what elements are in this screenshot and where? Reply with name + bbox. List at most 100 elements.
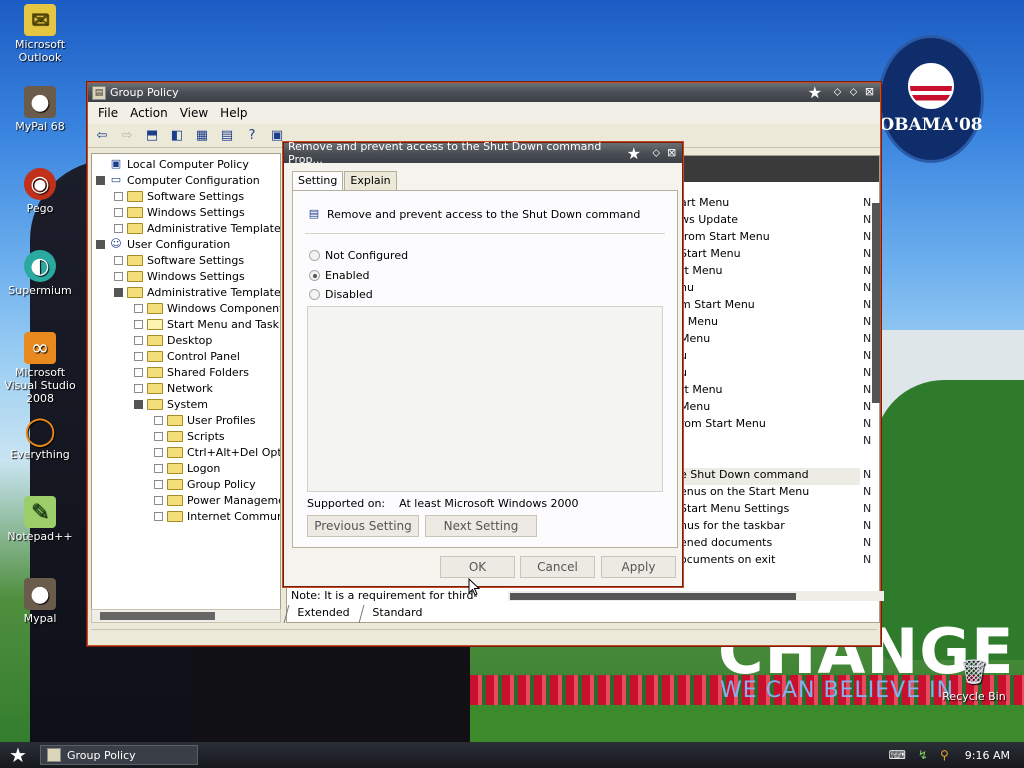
radio-disabled[interactable]: Disabled — [309, 288, 373, 301]
window-titlebar[interactable]: ▤ Group Policy ★ ⬦ ⬦ ⊠ — [88, 83, 880, 102]
network-icon[interactable]: ↯ — [918, 748, 928, 762]
tree-horizontal-scrollbar[interactable] — [91, 609, 281, 623]
expand-toggle-icon[interactable] — [114, 191, 123, 201]
expand-toggle-icon[interactable] — [154, 511, 163, 521]
tab-setting[interactable]: Setting — [292, 171, 344, 192]
back-icon[interactable]: ⇦ — [92, 127, 112, 145]
cancel-button[interactable]: Cancel — [520, 556, 595, 578]
setting-row[interactable]: ocuments on exit — [680, 553, 775, 570]
expand-toggle-icon[interactable] — [154, 463, 163, 473]
radio-button[interactable] — [309, 289, 320, 300]
setting-row[interactable]: from Start Menu — [680, 230, 770, 247]
show-hide-tree-icon[interactable]: ◧ — [167, 127, 187, 145]
menu-file[interactable]: File — [92, 104, 124, 122]
desktop-icon-visual-studio[interactable]: ∞ Microsoft Visual Studio 2008 — [0, 332, 80, 405]
tree-item[interactable]: Group Policy — [154, 476, 256, 492]
settings-vertical-scrollbar[interactable] — [872, 203, 880, 593]
dialog-titlebar[interactable]: Remove and prevent access to the Shut Do… — [284, 140, 682, 166]
tree-item[interactable]: Control Panel — [134, 348, 240, 364]
expand-toggle-icon[interactable] — [154, 479, 163, 489]
apply-button[interactable]: Apply — [601, 556, 676, 578]
desktop-icon-mypal68[interactable]: ● MyPal 68 — [0, 86, 80, 133]
menu-view[interactable]: View — [174, 104, 214, 122]
menu-action[interactable]: Action — [124, 104, 174, 122]
setting-row[interactable]: t Menu — [680, 315, 718, 332]
tree-item[interactable]: Shared Folders — [134, 364, 249, 380]
tree-item[interactable]: System — [134, 396, 208, 412]
desktop-icon-supermium[interactable]: ◐ Supermium — [0, 250, 80, 297]
setting-row[interactable]: enus on the Start Menu — [680, 485, 809, 502]
expand-toggle-icon[interactable] — [134, 303, 143, 313]
tree-item[interactable]: Desktop — [134, 332, 212, 348]
tree-item[interactable]: Network — [134, 380, 213, 396]
expand-toggle-icon[interactable] — [154, 431, 163, 441]
expand-toggle-icon[interactable] — [154, 415, 163, 425]
setting-row[interactable]: rt Menu — [680, 383, 723, 400]
tree-item[interactable]: ▣ Local Computer Policy — [96, 156, 249, 172]
setting-row[interactable]: Start Menu Settings — [680, 502, 789, 519]
desktop-icon-outlook[interactable]: ✉ Microsoft Outlook — [0, 4, 80, 64]
expand-toggle-icon[interactable] — [134, 351, 143, 361]
desktop-icon-pego[interactable]: ◉ Pego — [0, 168, 80, 215]
tree-item[interactable]: ☺ User Configuration — [96, 236, 230, 252]
collapse-toggle-icon[interactable] — [96, 175, 105, 185]
tree-item[interactable]: Software Settings — [114, 252, 244, 268]
setting-row[interactable]: nus for the taskbar — [680, 519, 785, 536]
tree-item[interactable]: Ctrl+Alt+Del Optio — [154, 444, 280, 460]
tree-item[interactable]: Logon — [154, 460, 220, 476]
setting-row[interactable]: Start Menu — [680, 247, 741, 264]
radio-button[interactable] — [309, 270, 320, 281]
start-button[interactable]: ★ — [6, 744, 30, 766]
collapse-toggle-icon[interactable] — [134, 399, 143, 409]
settings-horizontal-scrollbar[interactable] — [508, 591, 884, 601]
next-setting-button[interactable]: Next Setting — [425, 515, 537, 537]
minimize-button[interactable]: ⬦ — [831, 86, 844, 99]
setting-row[interactable]: rt Menu — [680, 264, 723, 281]
setting-row[interactable]: Menu — [680, 400, 710, 417]
expand-toggle-icon[interactable] — [134, 319, 143, 329]
tree-item[interactable]: Windows Components — [134, 300, 280, 316]
scrollbar-thumb[interactable] — [100, 612, 215, 620]
expand-toggle-icon[interactable] — [114, 223, 123, 233]
tree-item[interactable]: Windows Settings — [114, 268, 245, 284]
keyboard-icon[interactable]: ⌨ — [889, 748, 906, 762]
search-icon[interactable]: ⚲ — [940, 748, 949, 762]
radio-not-configured[interactable]: Not Configured — [309, 249, 408, 262]
maximize-button[interactable]: ⬦ — [847, 86, 860, 99]
setting-row[interactable]: Menu — [680, 332, 710, 349]
dialog-close-button[interactable]: ⊠ — [665, 146, 678, 160]
setting-row[interactable]: m Start Menu — [680, 298, 755, 315]
properties-icon[interactable]: ▦ — [192, 127, 212, 145]
taskbar-item-group-policy[interactable]: Group Policy — [40, 745, 198, 765]
setting-row[interactable]: rom Start Menu — [680, 417, 766, 434]
previous-setting-button[interactable]: Previous Setting — [307, 515, 419, 537]
radio-enabled[interactable]: Enabled — [309, 269, 369, 282]
menu-help[interactable]: Help — [214, 104, 253, 122]
tree-item[interactable]: Power Managemen — [154, 492, 280, 508]
tab-extended[interactable]: Extended — [283, 605, 362, 623]
setting-row[interactable]: art Menu — [680, 196, 729, 213]
help-icon[interactable]: ? — [242, 127, 262, 145]
desktop-icon-recycle-bin[interactable]: 🗑 Recycle Bin — [934, 656, 1014, 704]
tree-item[interactable]: Software Settings — [114, 188, 244, 204]
expand-toggle-icon[interactable] — [114, 271, 123, 281]
tree-item[interactable]: Administrative Templates — [114, 220, 280, 236]
expand-toggle-icon[interactable] — [154, 495, 163, 505]
expand-toggle-icon[interactable] — [114, 255, 123, 265]
up-folder-icon[interactable]: ⬒ — [142, 127, 162, 145]
expand-toggle-icon[interactable] — [134, 335, 143, 345]
tree-item[interactable]: Start Menu and Taskba — [134, 316, 280, 332]
tree-item[interactable]: Internet Communic — [154, 508, 280, 524]
radio-button[interactable] — [309, 250, 320, 261]
tree-item[interactable]: User Profiles — [154, 412, 256, 428]
collapse-toggle-icon[interactable] — [114, 287, 123, 297]
close-button[interactable]: ⊠ — [863, 86, 876, 99]
expand-toggle-icon[interactable] — [114, 207, 123, 217]
help-button[interactable]: ⬦ — [650, 146, 663, 160]
setting-row[interactable]: ened documents — [680, 536, 772, 553]
forward-icon[interactable]: ⇨ — [117, 127, 137, 145]
tree-item[interactable]: Scripts — [154, 428, 225, 444]
tree-item[interactable]: Administrative Templates — [114, 284, 280, 300]
setting-row[interactable]: ws Update — [680, 213, 738, 230]
scrollbar-thumb[interactable] — [510, 593, 796, 600]
